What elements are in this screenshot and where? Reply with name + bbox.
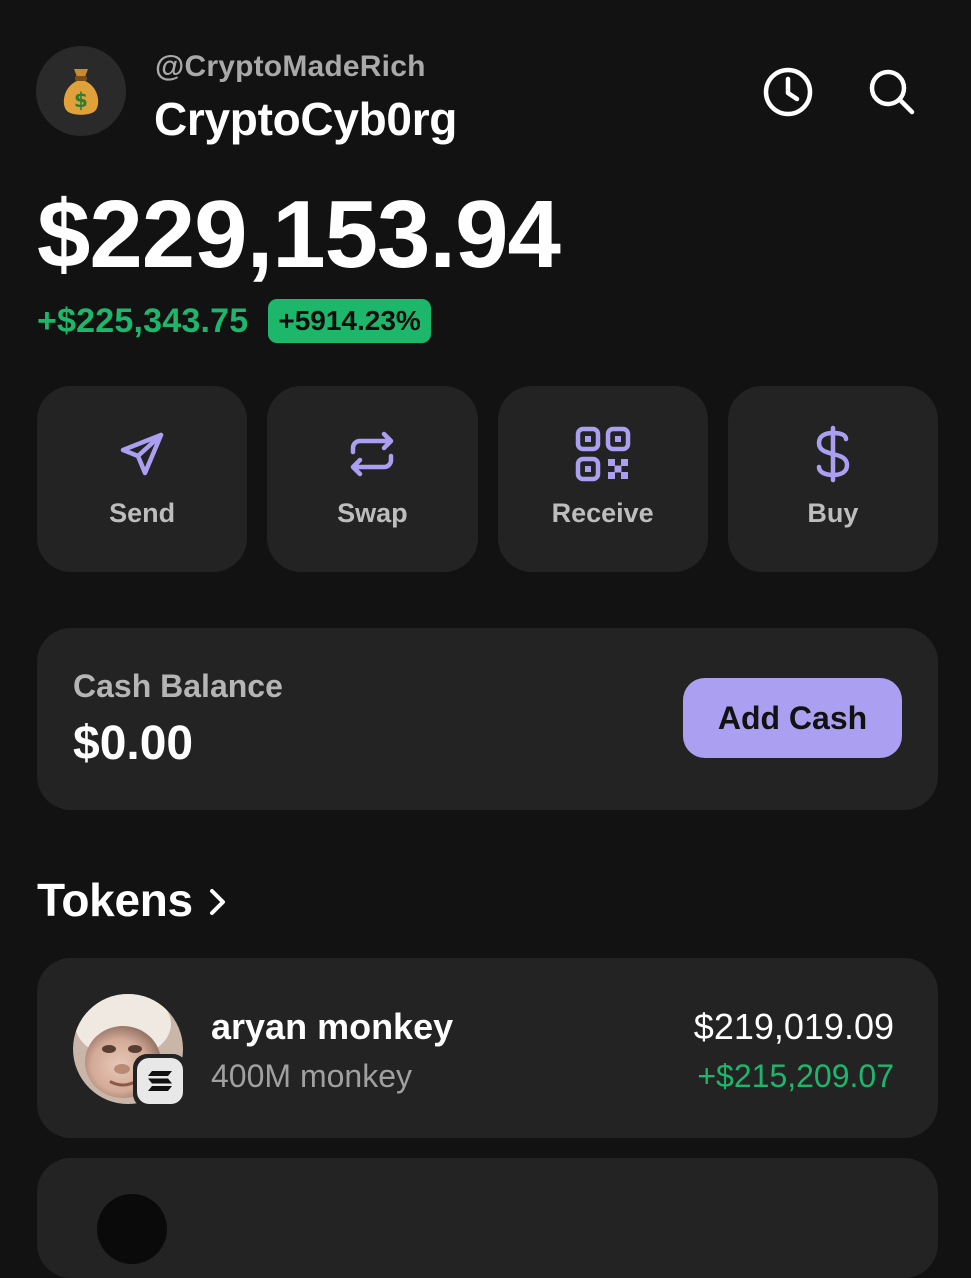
clock-icon bbox=[763, 67, 813, 117]
add-cash-button[interactable]: Add Cash bbox=[683, 678, 902, 758]
token-name: aryan monkey bbox=[211, 1006, 454, 1047]
money-bag-icon: $ bbox=[63, 69, 99, 115]
solana-icon bbox=[137, 1058, 183, 1104]
qr-code-icon bbox=[573, 424, 633, 484]
buy-label: Buy bbox=[807, 498, 859, 528]
account-handle: @CryptoMadeRich bbox=[155, 50, 426, 83]
tokens-title: Tokens bbox=[37, 874, 193, 926]
balance-change-row: +$225,343.75 +5914.23% bbox=[37, 298, 431, 344]
swap-button[interactable]: Swap bbox=[267, 386, 478, 572]
svg-text:$: $ bbox=[74, 88, 88, 112]
cash-balance-card: Cash Balance $0.00 Add Cash bbox=[37, 628, 938, 810]
send-button[interactable]: Send bbox=[37, 386, 248, 572]
buy-button[interactable]: Buy bbox=[727, 386, 938, 572]
token-avatar bbox=[97, 1194, 167, 1264]
dollar-icon bbox=[803, 424, 863, 484]
account-header: $ @CryptoMadeRich CryptoCyb0rg bbox=[36, 46, 936, 145]
token-value: $219,019.09 bbox=[693, 1006, 894, 1047]
swap-label: Swap bbox=[337, 498, 408, 528]
search-button[interactable] bbox=[862, 62, 922, 122]
swap-icon bbox=[342, 424, 402, 484]
account-name[interactable]: CryptoCyb0rg bbox=[154, 92, 457, 146]
search-icon bbox=[869, 69, 915, 115]
total-balance: $229,153.94 bbox=[37, 181, 561, 288]
cash-balance-value: $0.00 bbox=[73, 717, 194, 770]
send-label: Send bbox=[109, 498, 176, 528]
quick-actions: Send Swap Receive Buy bbox=[37, 386, 938, 572]
token-row[interactable] bbox=[37, 1158, 938, 1278]
token-change: +$215,209.07 bbox=[697, 1058, 894, 1094]
receive-label: Receive bbox=[551, 498, 654, 528]
balance-change-amount: +$225,343.75 bbox=[37, 301, 249, 340]
token-row[interactable]: aryan monkey 400M monkey $219,019.09 +$2… bbox=[37, 958, 938, 1138]
send-icon bbox=[112, 424, 172, 484]
token-amount: 400M monkey bbox=[211, 1058, 412, 1094]
receive-button[interactable]: Receive bbox=[497, 386, 708, 572]
cash-balance-label: Cash Balance bbox=[73, 668, 283, 704]
chevron-right-icon bbox=[207, 887, 233, 917]
chain-badge bbox=[133, 1054, 187, 1108]
history-button[interactable] bbox=[758, 62, 818, 122]
account-avatar[interactable]: $ bbox=[36, 46, 126, 136]
tokens-section-link[interactable]: Tokens bbox=[37, 870, 233, 930]
balance-change-percent-badge: +5914.23% bbox=[268, 299, 431, 343]
